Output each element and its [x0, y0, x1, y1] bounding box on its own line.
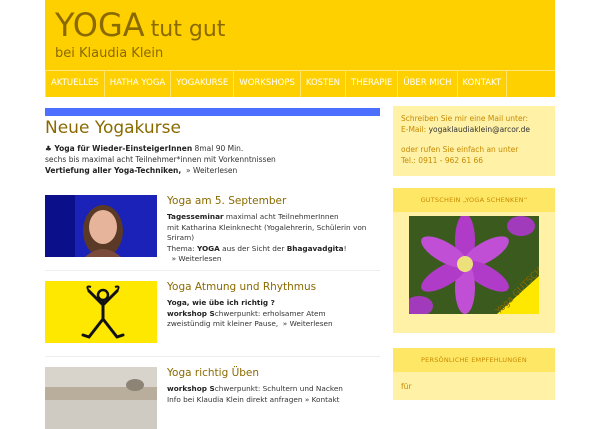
- read-more-link[interactable]: » Weiterlesen: [283, 319, 333, 328]
- sidebar-recommend-heading: PERSÖNLICHE EMPFEHLUNGEN: [393, 348, 555, 372]
- post-excerpt-text: chwerpunkt: Schultern und Nacken: [214, 384, 343, 393]
- post-image-yoga-figure[interactable]: [45, 281, 157, 343]
- nav-item-kosten[interactable]: KOSTEN: [301, 71, 346, 97]
- nav-item-workshops[interactable]: WORKSHOPS: [234, 71, 301, 97]
- post-item: Yoga richtig Üben workshop Schwerpunkt: …: [45, 367, 380, 429]
- page-title: Neue Yogakurse: [45, 118, 181, 138]
- post-title-link[interactable]: Yoga Atmung und Rhythmus: [167, 281, 316, 293]
- sidebar-voucher-box: GUTSCHEIN „YOGA SCHENKEN“ Yoga GUTSCHEIN: [393, 188, 556, 333]
- page: YOGA tut gut bei Klaudia Klein AKTUELLES …: [45, 0, 556, 429]
- post-image-studio[interactable]: [45, 367, 157, 429]
- post-excerpt-text: zweistündig mit kleiner Pause,: [167, 319, 279, 328]
- post-item: Yoga am 5. September Tagesseminar maxima…: [45, 195, 380, 265]
- nav-item-ueber-mich[interactable]: ÜBER MICH: [398, 71, 458, 97]
- read-more-link[interactable]: » Weiterlesen: [172, 254, 222, 263]
- site-header: YOGA tut gut bei Klaudia Klein: [45, 0, 555, 70]
- nav-item-aktuelles[interactable]: AKTUELLES: [45, 71, 105, 97]
- main-nav: AKTUELLES HATHA YOGA YOGAKURSE WORKSHOPS…: [45, 70, 555, 97]
- sidebar-contact-text: Schreiben Sie mir eine Mail unter: E-Mai…: [393, 106, 555, 174]
- sidebar-phone[interactable]: Tel.: 0911 - 962 61 66: [401, 156, 547, 167]
- post-title-link[interactable]: Yoga richtig Üben: [167, 367, 259, 379]
- sidebar-email-link[interactable]: yogaklaudiaklein@arcor.de: [429, 125, 530, 134]
- post-excerpt-bold: Tagesseminar: [167, 212, 224, 221]
- sidebar-recommend-text: für: [401, 382, 412, 391]
- nav-item-kontakt[interactable]: KONTAKT: [458, 71, 508, 97]
- post-excerpt-text: !: [343, 243, 347, 253]
- sidebar-contact-label: E-Mail:: [401, 124, 429, 134]
- accent-bar: [45, 108, 380, 116]
- sidebar-recommend-box: PERSÖNLICHE EMPFEHLUNGEN für: [393, 348, 555, 400]
- nav-item-yogakurse[interactable]: YOGAKURSE: [171, 71, 235, 97]
- post-excerpt: Yoga, wie übe ich richtig ? workshop Sch…: [167, 298, 380, 330]
- post-excerpt-text: maximal acht TeilnehmerInnen: [223, 212, 339, 221]
- nav-item-hatha-yoga[interactable]: HATHA YOGA: [105, 71, 172, 97]
- intro-course-duration: 8mal 90 Min.: [192, 144, 244, 153]
- site-subtitle: bei Klaudia Klein: [55, 46, 164, 61]
- post-excerpt-text: Thema:: [167, 243, 197, 253]
- post-image-portrait[interactable]: [45, 195, 157, 257]
- divider: [45, 356, 380, 357]
- intro-text: ♣ Yoga für Wieder-EinsteigerInnen 8mal 9…: [45, 143, 385, 176]
- intro-participants: sechs bis maximal acht Teilnehmer*innen …: [45, 155, 276, 164]
- post-excerpt-text: mit Katharina Kleinknecht (Yogalehrerin,…: [167, 222, 367, 243]
- site-title-main: YOGA: [55, 6, 145, 44]
- site-title-rest: tut gut: [150, 17, 226, 42]
- divider: [45, 270, 380, 271]
- sidebar-voucher-heading: GUTSCHEIN „YOGA SCHENKEN“: [393, 188, 555, 212]
- site-title[interactable]: YOGA tut gut: [55, 6, 225, 44]
- post-excerpt-bold: YOGA: [196, 243, 220, 253]
- post-excerpt-bold: workshop S: [167, 384, 215, 393]
- intro-deepening: Vertiefung aller Yoga-Techniken,: [45, 166, 182, 175]
- post-item: Yoga Atmung und Rhythmus Yoga, wie übe i…: [45, 281, 380, 351]
- post-excerpt: Tagesseminar maximal acht TeilnehmerInne…: [167, 212, 380, 265]
- post-excerpt-bold: workshop S: [167, 308, 215, 318]
- post-excerpt-bold: Yoga, wie übe ich richtig ?: [167, 298, 275, 307]
- sidebar-contact-box: Schreiben Sie mir eine Mail unter: E-Mai…: [393, 106, 555, 176]
- sidebar-contact-line: Schreiben Sie mir eine Mail unter:: [401, 114, 529, 123]
- nav-item-therapie[interactable]: THERAPIE: [346, 71, 399, 97]
- post-title-link[interactable]: Yoga am 5. September: [167, 195, 286, 207]
- post-excerpt: workshop Schwerpunkt: Schultern und Nack…: [167, 384, 380, 405]
- post-excerpt-text: chwerpunkt: erholsamer Atem: [214, 308, 326, 318]
- post-excerpt-text: aus der Sicht der: [219, 243, 287, 253]
- intro-read-more-link[interactable]: » Weiterlesen: [186, 166, 237, 175]
- intro-course-name: ♣ Yoga für Wieder-EinsteigerInnen: [45, 144, 193, 153]
- post-excerpt-bold: Bhagavadgita: [286, 243, 344, 253]
- voucher-flower-image[interactable]: Yoga GUTSCHEIN: [405, 214, 556, 317]
- sidebar-contact-line: oder rufen Sie einfach an unter: [401, 145, 519, 154]
